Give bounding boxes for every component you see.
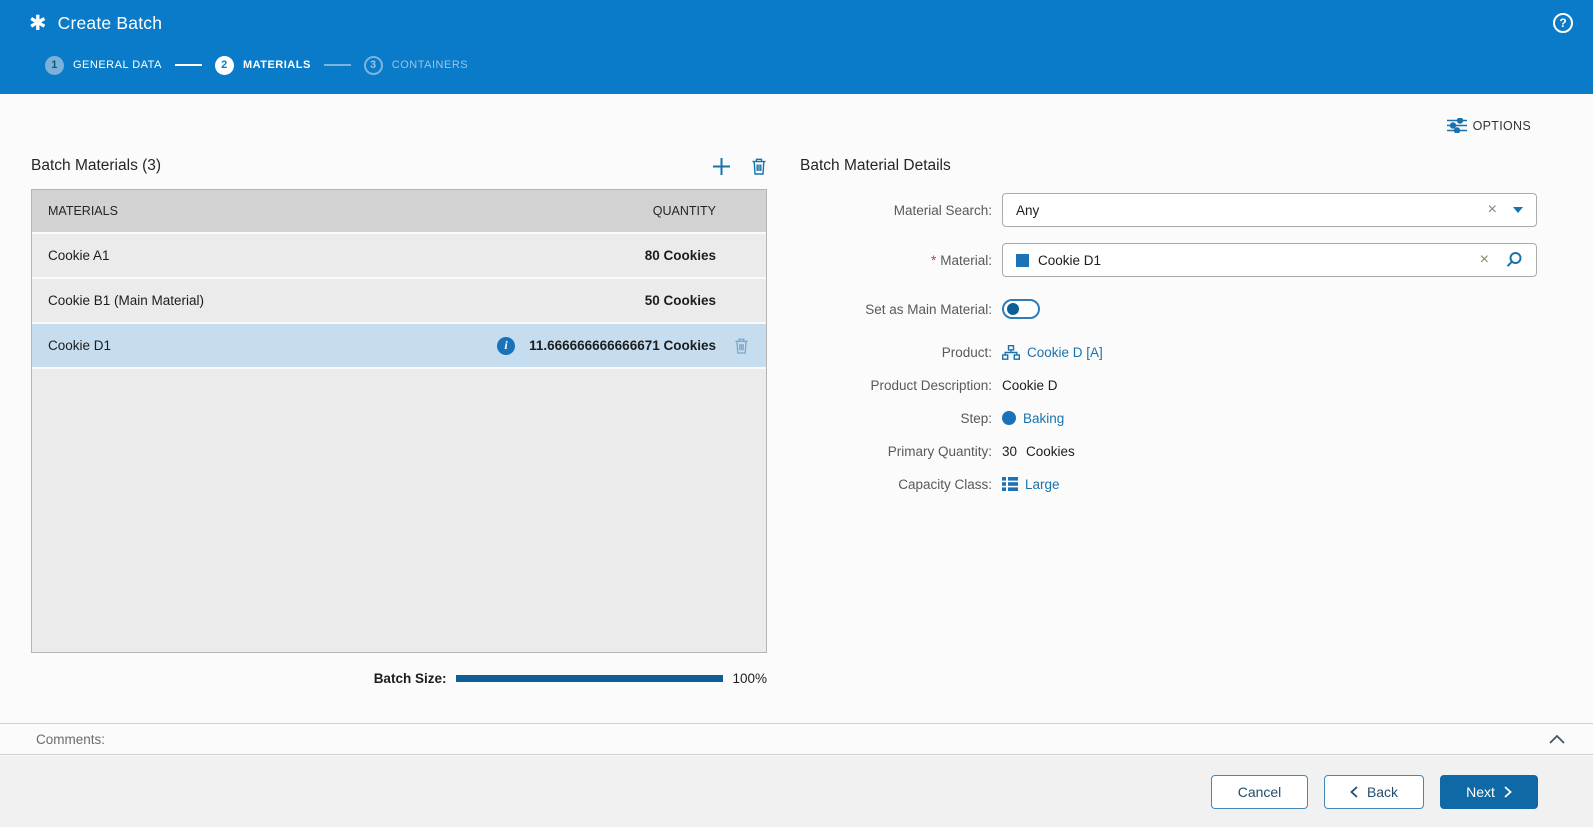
cancel-button-label: Cancel [1238,784,1282,800]
required-marker: * [931,253,936,268]
material-search-combobox[interactable]: Any × [1002,193,1537,227]
product-label: Product: [800,345,1002,360]
add-material-icon[interactable] [712,157,731,176]
step-circle-icon [1002,411,1016,425]
chevron-up-icon[interactable] [1549,735,1565,744]
delete-materials-icon[interactable] [751,157,767,175]
batch-size-label: Batch Size: [374,671,447,686]
product-description-label: Product Description: [800,378,1002,393]
primary-quantity-value: 30 [1002,444,1017,459]
primary-quantity-label: Primary Quantity: [800,444,1002,459]
material-value: Cookie D1 [1038,253,1480,268]
step-containers[interactable]: 3 CONTAINERS [364,56,468,75]
comments-label: Comments: [36,732,105,747]
material-field[interactable]: Cookie D1 × [1002,243,1537,277]
material-name: Cookie B1 (Main Material) [32,293,645,308]
batch-material-details-panel: Batch Material Details Material Search: … [800,152,1537,493]
batch-materials-table: MATERIALS QUANTITY Cookie A1 80 Cookies … [31,189,767,653]
info-icon[interactable]: i [497,337,515,355]
chevron-right-icon [1504,786,1512,798]
table-row-selected[interactable]: Cookie D1 i 11.666666666666671 Cookies [32,324,766,369]
material-search-label: Material Search: [800,203,1002,218]
options-sliders-icon [1447,118,1467,133]
app-asterisk-icon: ✱ [29,13,47,34]
table-header: MATERIALS QUANTITY [32,190,766,234]
table-row[interactable]: Cookie B1 (Main Material) 50 Cookies [32,279,766,324]
next-button[interactable]: Next [1440,775,1538,809]
set-main-material-label: Set as Main Material: [800,302,1002,317]
next-button-label: Next [1466,784,1495,800]
step-label: Step: [800,411,1002,426]
app-header: ✱ Create Batch ? 1 GENERAL DATA 2 MATERI… [0,0,1593,94]
batch-materials-title: Batch Materials (3) [31,157,161,175]
step-1-circle: 1 [45,56,64,75]
material-label: *Material: [800,253,1002,268]
options-button[interactable]: OPTIONS [1447,118,1531,133]
clear-icon[interactable]: × [1480,252,1489,268]
material-name: Cookie D1 [32,338,497,353]
comments-section[interactable]: Comments: [0,723,1593,755]
create-batch-window: ✱ Create Batch ? 1 GENERAL DATA 2 MATERI… [0,0,1593,827]
step-1-label: GENERAL DATA [73,59,162,71]
chevron-left-icon [1350,786,1358,798]
material-quantity: 50 Cookies [645,293,716,308]
batch-materials-panel: Batch Materials (3) MATERIALS QUANTITY [31,152,767,686]
step-connector [324,64,351,66]
options-label: OPTIONS [1473,119,1531,133]
wizard-stepper: 1 GENERAL DATA 2 MATERIALS 3 CONTAINERS [0,46,1593,84]
product-link[interactable]: Cookie D [A] [1027,345,1103,360]
capacity-class-icon [1002,477,1018,491]
material-square-icon [1016,254,1029,267]
material-name: Cookie A1 [32,248,645,263]
material-quantity: 80 Cookies [645,248,716,263]
back-button-label: Back [1367,784,1398,800]
product-hierarchy-icon [1002,345,1020,360]
wizard-footer: Cancel Back Next [0,756,1593,827]
batch-size-progressbar [456,675,723,682]
product-description-value: Cookie D [1002,378,1058,393]
table-row[interactable]: Cookie A1 80 Cookies [32,234,766,279]
column-quantity: QUANTITY [653,204,716,218]
step-general-data[interactable]: 1 GENERAL DATA [45,56,162,75]
search-icon[interactable] [1505,251,1523,269]
step-3-label: CONTAINERS [392,59,468,71]
details-title: Batch Material Details [800,157,951,175]
step-2-circle: 2 [215,56,234,75]
delete-row-icon[interactable] [734,337,749,354]
step-2-label: MATERIALS [243,59,311,71]
material-quantity: 11.666666666666671 Cookies [529,338,716,353]
page-title: Create Batch [58,13,163,34]
batch-size-fill [456,675,723,682]
set-main-material-toggle[interactable] [1002,299,1040,319]
batch-size-percent: 100% [732,671,767,686]
step-materials[interactable]: 2 MATERIALS [215,56,311,75]
clear-icon[interactable]: × [1488,202,1497,218]
help-icon[interactable]: ? [1553,13,1573,33]
step-connector [175,64,202,66]
primary-quantity-uom: Cookies [1026,444,1075,459]
material-search-value: Any [1016,203,1488,218]
step-3-circle: 3 [364,56,383,75]
capacity-class-label: Capacity Class: [800,477,1002,492]
back-button[interactable]: Back [1324,775,1424,809]
capacity-class-link[interactable]: Large [1025,477,1060,492]
step-link[interactable]: Baking [1023,411,1064,426]
batch-size-row: Batch Size: 100% [31,671,767,686]
toggle-knob [1007,303,1019,315]
column-materials: MATERIALS [32,204,653,218]
chevron-down-icon[interactable] [1513,207,1523,213]
cancel-button[interactable]: Cancel [1211,775,1308,809]
